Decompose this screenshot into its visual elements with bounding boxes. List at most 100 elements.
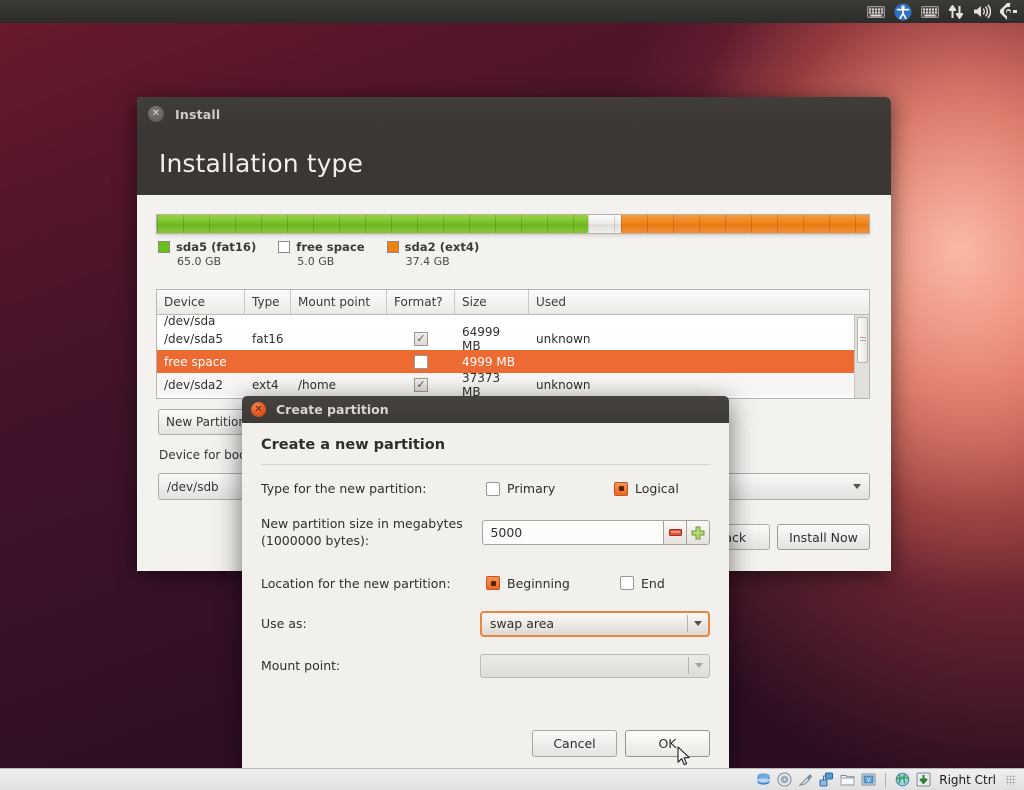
cell-format[interactable] xyxy=(387,350,455,373)
column-header-used[interactable]: Used xyxy=(529,290,869,314)
legend-item: free space 5.0 GB xyxy=(278,240,365,268)
display-icon[interactable]: V xyxy=(861,772,876,787)
radio-beginning[interactable]: Beginning xyxy=(486,576,620,591)
install-now-button[interactable]: Install Now xyxy=(777,524,870,550)
use-as-row: Use as: swap area xyxy=(261,610,710,637)
mount-point-label: Mount point: xyxy=(261,658,341,674)
gear-icon[interactable] xyxy=(1000,3,1017,21)
network-icon[interactable] xyxy=(948,3,964,21)
radio-unselected-icon[interactable] xyxy=(620,576,634,591)
install-titlebar: ✕ Install xyxy=(137,97,891,131)
close-icon[interactable]: ✕ xyxy=(251,402,266,417)
cell-device: free space xyxy=(164,354,227,369)
legend-label: free space xyxy=(296,240,365,254)
cell-size: 64999 MB xyxy=(462,324,501,353)
legend-size: 65.0 GB xyxy=(177,255,222,268)
use-as-value: swap area xyxy=(489,616,555,632)
cell-device: /dev/sda2 xyxy=(164,377,224,392)
legend-size: 37.4 GB xyxy=(405,255,450,268)
cell-format[interactable]: ✓ xyxy=(387,327,455,350)
cell-mount-point xyxy=(291,350,387,373)
radio-unselected-icon[interactable] xyxy=(486,481,500,496)
legend-item: sda2 (ext4) 37.4 GB xyxy=(386,240,479,268)
decrement-icon[interactable] xyxy=(662,520,687,546)
radio-logical-label: Logical xyxy=(635,481,679,496)
mount-point-select[interactable] xyxy=(479,653,710,678)
keyboard-icon[interactable] xyxy=(867,3,885,21)
column-header-format[interactable]: Format? xyxy=(387,290,455,314)
partition-type-row: Type for the new partition: Primary Logi… xyxy=(261,481,710,496)
scrollbar-thumb[interactable] xyxy=(857,317,868,363)
optical-disk-icon[interactable] xyxy=(777,772,792,787)
partition-size-row: New partition size in megabytes (1000000… xyxy=(261,516,710,550)
radio-selected-icon[interactable] xyxy=(614,481,628,496)
window-title: Install xyxy=(175,106,221,122)
cell-type: ext4 xyxy=(252,377,279,392)
cell-used: unknown xyxy=(536,377,591,392)
column-header-mount-point[interactable]: Mount point xyxy=(291,290,387,314)
network-adapter-icon[interactable] xyxy=(819,772,834,787)
top-panel xyxy=(0,0,1024,23)
column-header-type[interactable]: Type xyxy=(245,290,291,314)
partition-bar-segment-free-space[interactable] xyxy=(587,215,622,233)
cancel-button[interactable]: Cancel xyxy=(532,730,617,757)
shared-folder-icon[interactable] xyxy=(840,772,855,787)
cell-mount-point: /home xyxy=(298,377,337,392)
radio-primary[interactable]: Primary xyxy=(486,481,614,496)
checkbox-checked-icon[interactable]: ✓ xyxy=(414,331,428,346)
volume-icon[interactable] xyxy=(973,3,991,21)
radio-logical[interactable]: Logical xyxy=(614,481,679,496)
radio-primary-label: Primary xyxy=(507,481,556,496)
column-header-device[interactable]: Device xyxy=(157,290,245,314)
table-row[interactable]: /dev/sda5 fat16 ✓ 64999 MB unknown xyxy=(157,324,869,353)
close-icon[interactable]: ✕ xyxy=(148,106,164,122)
divider xyxy=(687,615,688,633)
divider xyxy=(261,464,710,465)
cell-format[interactable]: ✓ xyxy=(387,373,455,396)
use-as-select[interactable]: swap area xyxy=(479,610,710,637)
harddisk-icon[interactable] xyxy=(756,772,771,787)
radio-end[interactable]: End xyxy=(620,576,665,591)
partition-legend: sda5 (fat16) 65.0 GB free space 5.0 GB s… xyxy=(158,240,479,268)
radio-selected-icon[interactable] xyxy=(486,576,500,591)
page-title: Installation type xyxy=(159,148,363,178)
increment-icon[interactable] xyxy=(686,520,710,546)
radio-end-label: End xyxy=(641,575,665,591)
dialog-titlebar: ✕ Create partition xyxy=(242,396,729,423)
table-scrollbar[interactable] xyxy=(854,315,869,398)
resize-grip[interactable] xyxy=(1006,774,1016,785)
download-icon[interactable] xyxy=(916,772,931,787)
partition-location-label: Location for the new partition: xyxy=(261,575,451,591)
cell-used: unknown xyxy=(536,331,591,346)
keyboard-layout-icon[interactable] xyxy=(921,3,939,21)
table-header-row: Device Type Mount point Format? Size Use… xyxy=(157,290,869,315)
radio-beginning-label: Beginning xyxy=(507,575,570,591)
cell-type xyxy=(245,350,291,373)
divider xyxy=(885,772,887,787)
cell-size: 37373 MB xyxy=(462,370,501,399)
partition-table: Device Type Mount point Format? Size Use… xyxy=(156,289,870,399)
accessibility-icon[interactable] xyxy=(894,3,912,21)
partition-size-input[interactable]: 5000 xyxy=(482,520,663,546)
create-partition-dialog: ✕ Create partition Create a new partitio… xyxy=(242,396,729,770)
usb-icon[interactable] xyxy=(798,772,813,787)
partition-bar xyxy=(156,214,870,234)
globe-icon[interactable] xyxy=(895,772,910,787)
column-header-size[interactable]: Size xyxy=(455,290,529,314)
legend-size: 5.0 GB xyxy=(297,255,335,268)
partition-bar-segment-sda2[interactable] xyxy=(621,215,869,233)
dialog-title: Create partition xyxy=(276,402,389,417)
table-row[interactable]: /dev/sda2 ext4 /home ✓ 37373 MB unknown xyxy=(157,370,869,399)
legend-swatch-icon xyxy=(386,241,399,253)
legend-swatch-icon xyxy=(158,241,170,253)
checkbox-checked-icon[interactable]: ✓ xyxy=(414,377,428,392)
install-header: Installation type xyxy=(137,131,891,195)
chevron-down-icon xyxy=(695,663,703,669)
checkbox-unchecked-icon[interactable] xyxy=(414,354,428,369)
divider xyxy=(688,657,689,675)
cell-mount-point xyxy=(291,327,387,350)
partition-size-label: New partition size in megabytes (1000000… xyxy=(261,516,463,548)
ok-button[interactable]: OK xyxy=(625,730,710,757)
partition-location-row: Location for the new partition: Beginnin… xyxy=(261,576,710,591)
partition-bar-segment-sda5[interactable] xyxy=(157,215,588,233)
